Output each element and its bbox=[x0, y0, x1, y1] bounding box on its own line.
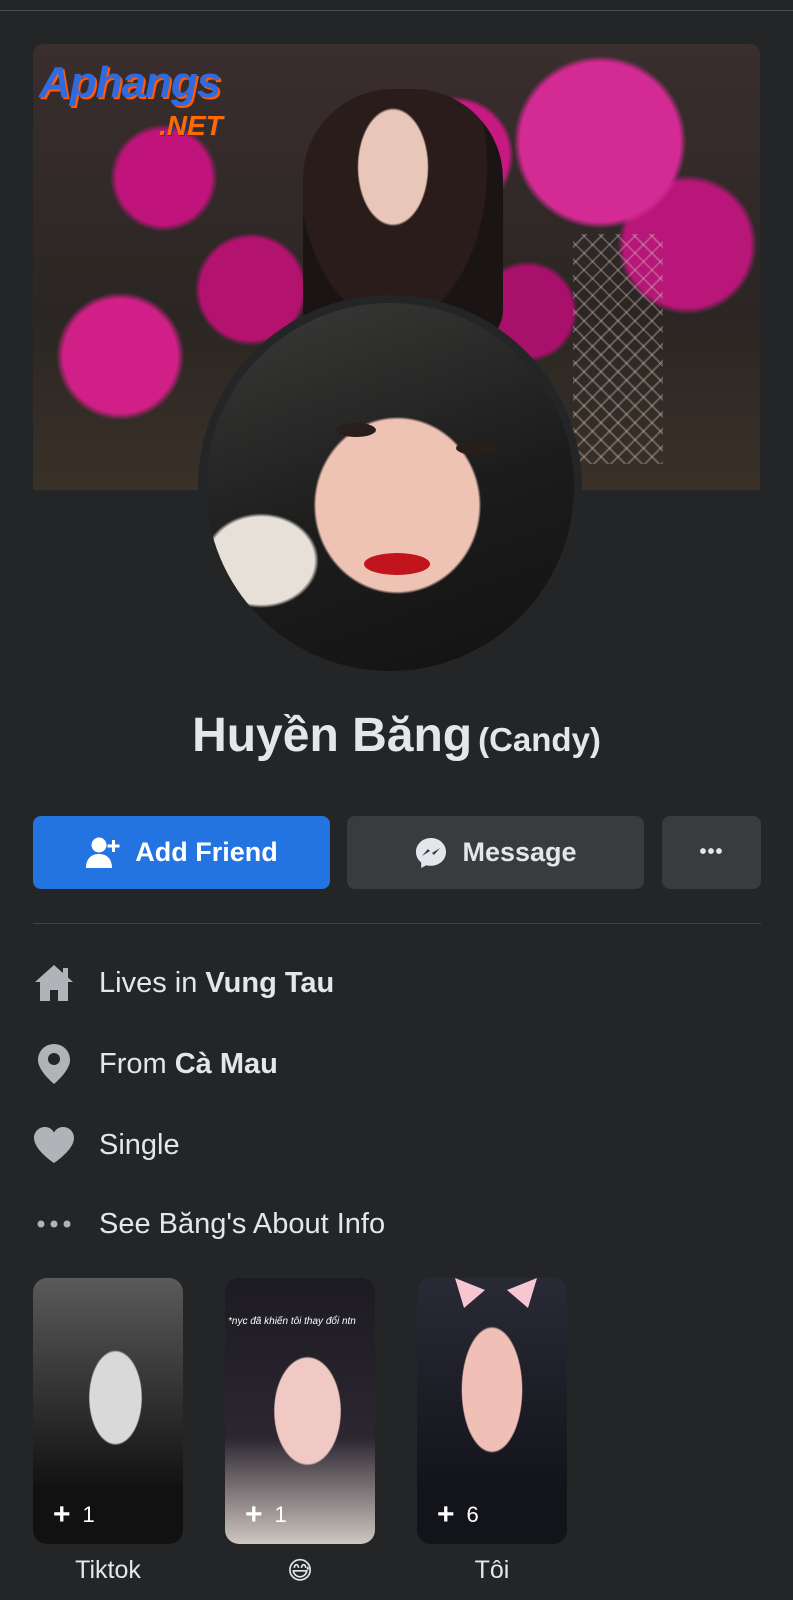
highlight-count-value: 1 bbox=[82, 1502, 95, 1527]
plus-icon: + bbox=[245, 1498, 263, 1531]
highlight-label-emoji[interactable]: 😅 bbox=[225, 1556, 375, 1586]
add-friend-button[interactable]: Add Friend bbox=[33, 816, 330, 889]
avatar-eye-left bbox=[336, 423, 376, 437]
top-divider bbox=[0, 10, 793, 11]
avatar-lips bbox=[364, 553, 430, 575]
profile-alternate-name: (Candy) bbox=[478, 721, 601, 758]
cat-ear-left bbox=[455, 1278, 485, 1308]
add-friend-label: Add Friend bbox=[135, 837, 278, 867]
home-icon bbox=[33, 962, 75, 1004]
info-from: From Cà Mau bbox=[33, 1039, 773, 1089]
profile-name-row: Huyền Băng (Candy) bbox=[0, 708, 793, 763]
lives-value[interactable]: Vung Tau bbox=[205, 967, 334, 999]
cover-trellis bbox=[573, 234, 663, 464]
relationship-status: Single bbox=[99, 1128, 180, 1161]
highlight-count: + 1 bbox=[53, 1500, 95, 1530]
highlight-count-value: 6 bbox=[466, 1502, 479, 1527]
watermark-logo: Aphangs .NET bbox=[39, 58, 279, 154]
watermark-domain: .NET bbox=[159, 110, 223, 141]
avatar-image bbox=[206, 303, 574, 671]
location-pin-icon bbox=[33, 1043, 75, 1085]
highlight-card-toi[interactable]: + 6 bbox=[417, 1278, 567, 1544]
messenger-icon bbox=[416, 837, 447, 868]
from-prefix: From bbox=[99, 1047, 175, 1080]
info-lives-in: Lives in Vung Tau bbox=[33, 958, 773, 1008]
highlight-count: + 1 bbox=[245, 1500, 287, 1530]
highlight-card-tiktok[interactable]: + 1 bbox=[33, 1278, 183, 1544]
highlight-label-tiktok[interactable]: Tiktok bbox=[33, 1556, 183, 1585]
highlight-caption: *nyc đã khiến tôi thay đổi ntn bbox=[228, 1316, 356, 1327]
profile-name: Huyền Băng bbox=[192, 709, 473, 762]
watermark-brand: Aphangs bbox=[39, 58, 221, 107]
section-divider bbox=[33, 923, 761, 924]
from-value[interactable]: Cà Mau bbox=[175, 1048, 278, 1080]
info-about-link[interactable]: See Băng's About Info bbox=[33, 1199, 773, 1249]
lives-prefix: Lives in bbox=[99, 966, 206, 999]
more-icon: ••• bbox=[699, 841, 724, 863]
heart-icon bbox=[33, 1124, 75, 1166]
see-about-info-link[interactable]: See Băng's About Info bbox=[99, 1208, 385, 1241]
message-button[interactable]: Message bbox=[347, 816, 644, 889]
cat-ear-right bbox=[507, 1278, 537, 1308]
profile-picture[interactable] bbox=[198, 295, 582, 679]
plus-icon: + bbox=[53, 1498, 71, 1531]
info-relationship: Single bbox=[33, 1120, 773, 1170]
plus-icon: + bbox=[437, 1498, 455, 1531]
message-label: Message bbox=[462, 837, 577, 867]
more-options-button[interactable]: ••• bbox=[662, 816, 761, 889]
highlight-count: + 6 bbox=[437, 1500, 479, 1530]
add-friend-icon bbox=[86, 837, 120, 868]
dots-icon bbox=[33, 1203, 75, 1245]
avatar-eye-right bbox=[456, 441, 496, 455]
highlight-label-toi[interactable]: Tôi bbox=[417, 1556, 567, 1585]
highlight-count-value: 1 bbox=[274, 1502, 287, 1527]
